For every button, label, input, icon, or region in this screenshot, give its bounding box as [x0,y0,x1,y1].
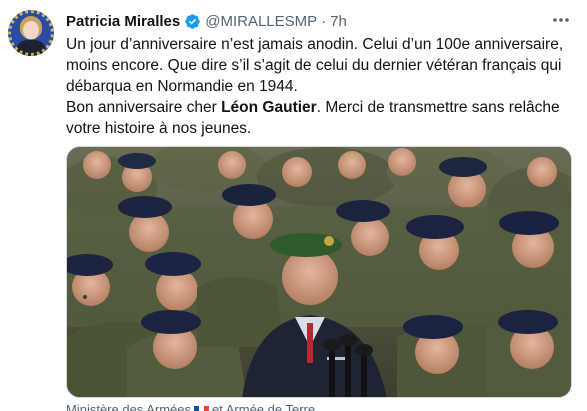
author-handle[interactable]: @MIRALLESMP [205,13,317,30]
tweet[interactable]: Patricia Miralles @MIRALLESMP · 7h Un jo… [0,0,587,411]
tweet-header: Patricia Miralles @MIRALLESMP · 7h [66,11,347,31]
verified-badge-icon [185,13,200,29]
tweet-timestamp[interactable]: 7h [330,13,347,30]
tweet-paragraph-1: Un jour d’anniversaire n’est jamais anod… [66,36,564,95]
tweet-photo[interactable] [66,146,572,398]
credit-prefix: Ministère des Armées [66,402,191,411]
tweet-text: Un jour d’anniversaire n’est jamais anod… [66,34,576,139]
credit-suffix: et Armée de Terre [212,402,316,411]
media-credit: Ministère des Armées et Armée de Terre [66,402,315,411]
photo-soldiers-with-veteran [67,147,571,397]
author-avatar[interactable] [8,10,54,56]
tweet-paragraph-2: Bon anniversaire cher Léon Gautier. Merc… [66,97,576,139]
author-name[interactable]: Patricia Miralles [66,13,180,30]
separator-dot: · [321,12,327,30]
mention-name: Léon Gautier [221,99,317,116]
text-segment: Bon anniversaire cher [66,99,222,116]
more-horizontal-icon[interactable] [551,12,571,28]
french-flag-icon [194,405,209,411]
